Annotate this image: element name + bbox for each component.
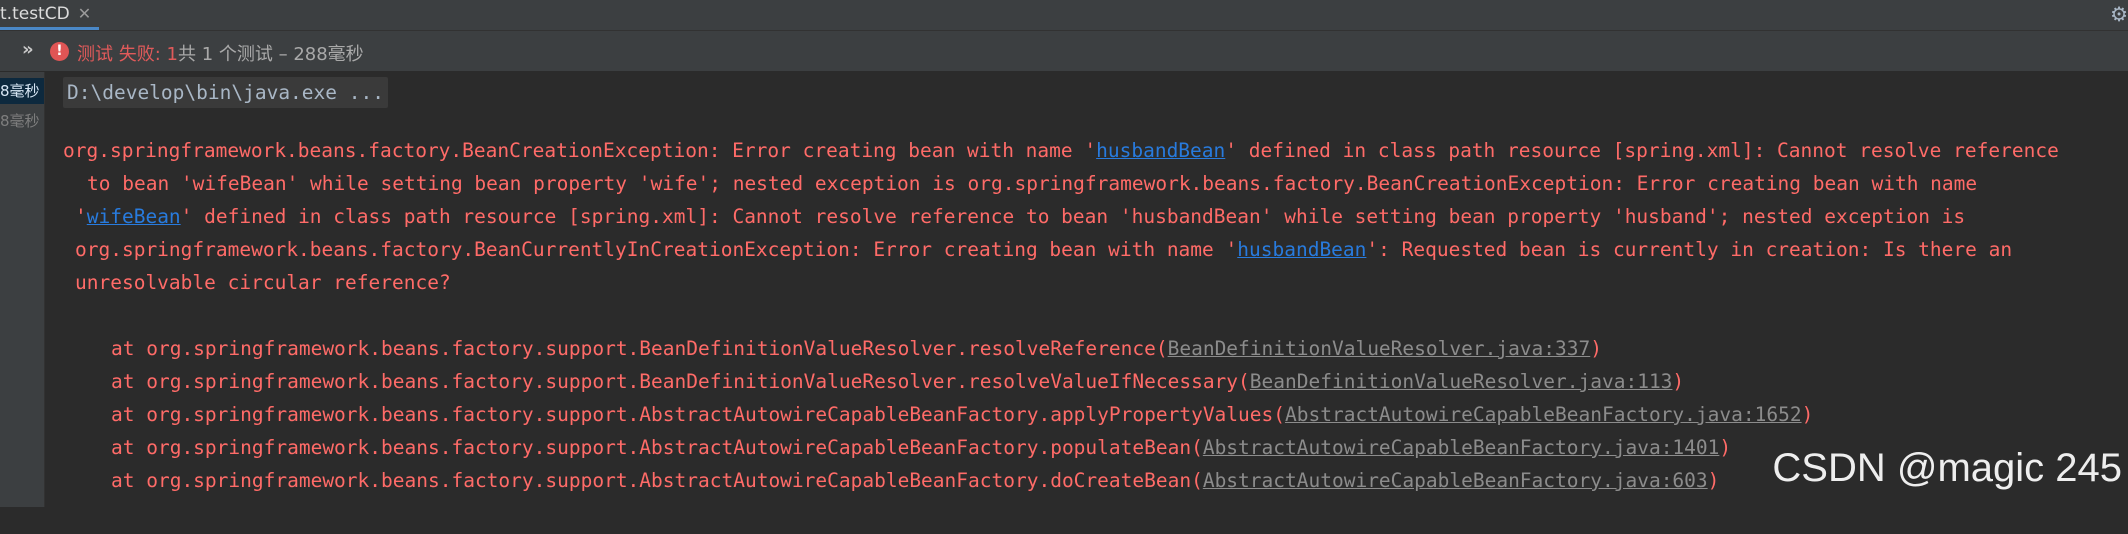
watermark: CSDN @magic 245	[1772, 446, 2122, 490]
tab-label: t.testCD	[0, 3, 70, 24]
test-tree: 8毫秒 8毫秒	[0, 72, 45, 507]
console-output: D:\develop\bin\java.exe ... org.springfr…	[45, 72, 2128, 507]
stack-frame-text: at org.springframework.beans.factory.sup…	[111, 469, 1203, 492]
test-failed-label: 测试 失败:	[77, 44, 161, 65]
stack-frame: at org.springframework.beans.factory.sup…	[111, 332, 1602, 365]
exception-line-2: to bean 'wifeBean' while setting bean pr…	[87, 172, 1978, 195]
test-summary-text: 共 1 个测试 – 288毫秒	[177, 44, 364, 65]
exception-text: ': Requested bean is currently in creati…	[1366, 238, 2013, 261]
source-link[interactable]: BeanDefinitionValueResolver.java:113	[1250, 370, 1673, 393]
bean-link-wife[interactable]: wifeBean	[87, 205, 181, 228]
stack-frame: at org.springframework.beans.factory.sup…	[111, 398, 1813, 431]
test-tree-item[interactable]: 8毫秒	[0, 108, 44, 134]
stack-frame-text: )	[1672, 370, 1685, 393]
stack-frame-text: at org.springframework.beans.factory.sup…	[111, 337, 1168, 360]
exception-text: org.springframework.beans.factory.BeanCu…	[75, 238, 1238, 261]
test-status-bar: » ! 测试 失败: 1共 1 个测试 – 288毫秒	[0, 31, 2128, 72]
stack-frame-text: )	[1707, 469, 1720, 492]
stack-frame: at org.springframework.beans.factory.sup…	[111, 365, 1684, 398]
close-icon[interactable]: ✕	[78, 4, 91, 23]
gear-icon[interactable]: ⚙	[2110, 2, 2128, 26]
exception-line-1: org.springframework.beans.factory.BeanCr…	[63, 134, 2059, 167]
expand-icon[interactable]: »	[22, 39, 34, 60]
failed-count: 1	[166, 44, 178, 65]
stack-frame: at org.springframework.beans.factory.sup…	[111, 431, 1731, 464]
source-link[interactable]: AbstractAutowireCapableBeanFactory.java:…	[1285, 403, 1802, 426]
exception-line-5: unresolvable circular reference?	[75, 271, 451, 294]
error-icon: !	[50, 42, 69, 61]
exception-text: ' defined in class path resource [spring…	[180, 205, 1966, 228]
source-link[interactable]: BeanDefinitionValueResolver.java:337	[1168, 337, 1591, 360]
tab-testcd[interactable]: t.testCD ✕	[0, 0, 100, 30]
source-link[interactable]: AbstractAutowireCapableBeanFactory.java:…	[1203, 469, 1708, 492]
command-line[interactable]: D:\develop\bin\java.exe ...	[63, 77, 388, 108]
stack-frame-text: )	[1719, 436, 1732, 459]
exception-line-3: 'wifeBean' defined in class path resourc…	[75, 200, 1965, 233]
bean-link-husband[interactable]: husbandBean	[1237, 238, 1366, 261]
exception-text: org.springframework.beans.factory.BeanCr…	[63, 139, 1097, 162]
stack-frame-text: at org.springframework.beans.factory.sup…	[111, 403, 1285, 426]
test-result-summary: 测试 失败: 1共 1 个测试 – 288毫秒	[77, 40, 364, 66]
source-link[interactable]: AbstractAutowireCapableBeanFactory.java:…	[1203, 436, 1720, 459]
exception-text: '	[75, 205, 87, 228]
stack-frame: at org.springframework.beans.factory.sup…	[111, 464, 1719, 497]
stack-frame-text: at org.springframework.beans.factory.sup…	[111, 370, 1250, 393]
stack-frame-text: at org.springframework.beans.factory.sup…	[111, 436, 1203, 459]
bean-link-husband[interactable]: husbandBean	[1096, 139, 1225, 162]
test-tree-item[interactable]: 8毫秒	[0, 78, 44, 104]
stack-frame-text: )	[1590, 337, 1602, 360]
exception-text: ' defined in class path resource [spring…	[1225, 139, 2059, 162]
exception-line-4: org.springframework.beans.factory.BeanCu…	[75, 233, 2012, 266]
stack-frame-text: )	[1801, 403, 1814, 426]
tab-bar: t.testCD ✕ ⚙	[0, 0, 2128, 31]
